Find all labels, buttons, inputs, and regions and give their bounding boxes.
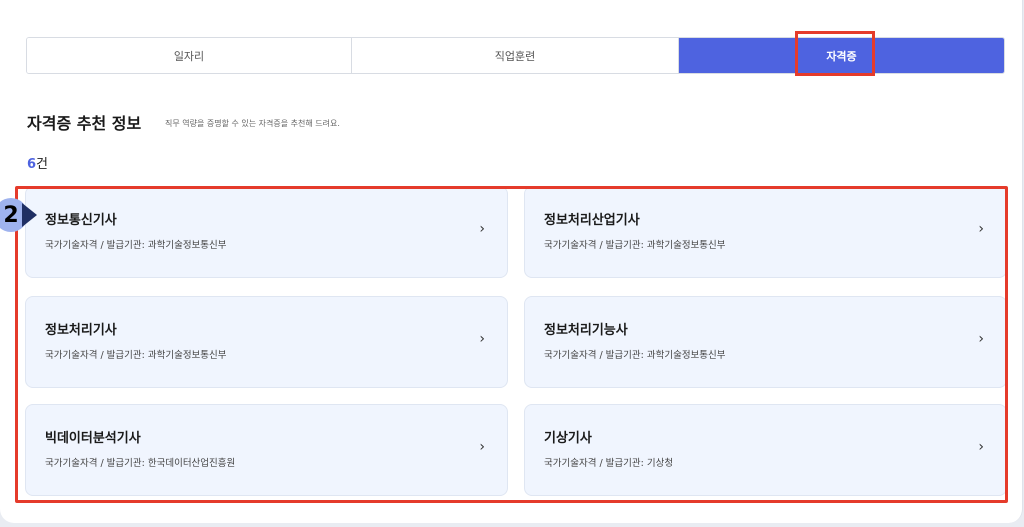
tab-jobs[interactable]: 일자리 <box>27 38 352 73</box>
tab-highlight-box <box>795 31 875 76</box>
tab-job-training[interactable]: 직업훈련 <box>352 38 679 73</box>
result-count-unit: 건 <box>36 157 49 172</box>
section-title: 자격증 추천 정보 <box>27 114 142 133</box>
result-count: 6건 <box>27 153 48 172</box>
cards-highlight-box <box>15 186 1008 503</box>
section-description: 직무 역량을 증명할 수 있는 자격증을 추천해 드려요. <box>165 119 340 128</box>
content-panel: 일자리 직업훈련 자격증 자격증 추천 정보 직무 역량을 증명할 수 있는 자… <box>0 0 1023 523</box>
pointer-arrow-icon <box>22 203 37 227</box>
result-count-number: 6 <box>27 157 37 172</box>
